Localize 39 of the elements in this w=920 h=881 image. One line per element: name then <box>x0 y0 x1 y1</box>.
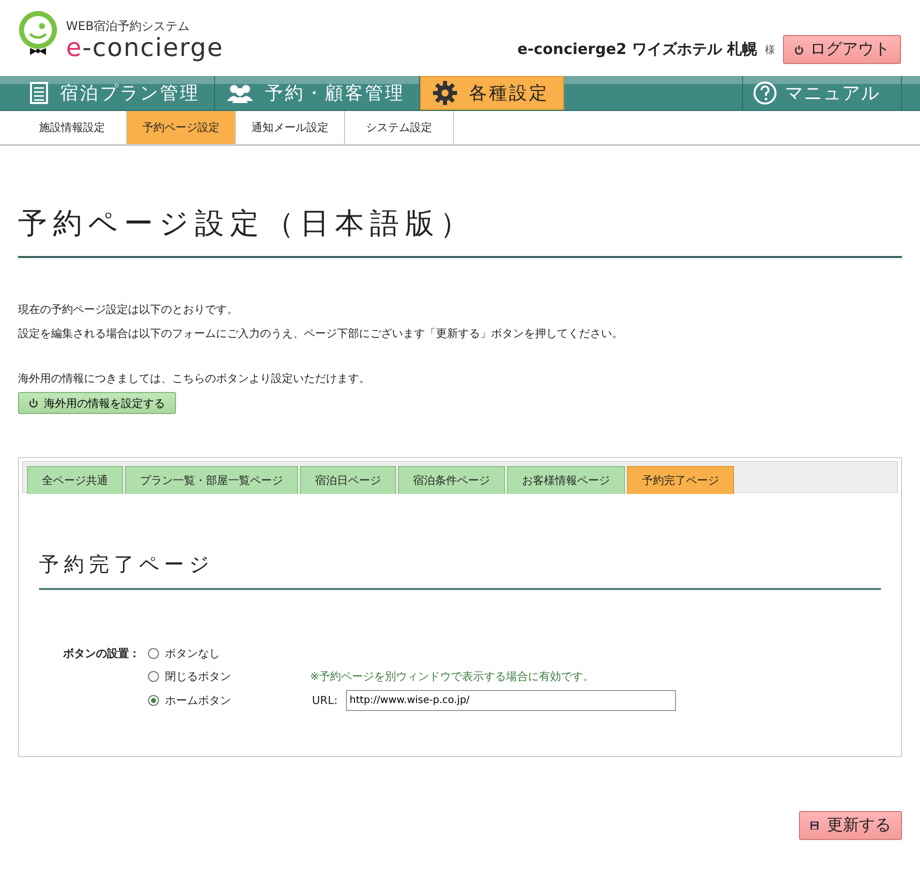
logo-text: e-concierge <box>66 35 224 61</box>
account-name: e-concierge2 ワイズホテル 札幌 <box>517 40 757 59</box>
manual-link[interactable]: マニュアル <box>742 76 902 110</box>
hint-text: ※予約ページを別ウィンドウで表示する場合に有効です。 <box>310 668 596 684</box>
url-label: URL: <box>312 694 338 707</box>
save-icon <box>810 821 819 830</box>
page-title: 予約ページ設定（日本語版） <box>18 204 902 258</box>
page-tab[interactable]: プラン一覧・部屋一覧ページ <box>125 466 298 494</box>
page-tab[interactable]: 予約完了ページ <box>627 466 734 494</box>
honorific: 様 <box>765 44 775 56</box>
field-label: ボタンの設置： <box>62 646 141 660</box>
nav-tab[interactable]: 予約・顧客管理 <box>215 76 420 110</box>
radio-button[interactable] <box>148 670 159 682</box>
page-tab[interactable]: 全ページ共通 <box>27 466 123 494</box>
radio-option[interactable]: ホームボタン <box>148 692 310 710</box>
intro-text: 設定を編集される場合は以下のフォームにご入力のうえ、ページ下部にございます「更新する」ボタンを押してください。 <box>18 326 624 341</box>
intro-text: 現在の予約ページ設定は以下のとおりです。 <box>18 302 239 317</box>
page-tab[interactable]: 宿泊条件ページ <box>398 466 505 494</box>
page-tab[interactable]: 宿泊日ページ <box>300 466 396 494</box>
radio-button[interactable] <box>148 648 159 658</box>
radio-option[interactable]: 閉じるボタン <box>148 667 310 685</box>
radio-option[interactable]: ボタンなし <box>148 644 310 662</box>
overseas-settings-button[interactable]: 海外用の情報を設定する <box>18 392 176 414</box>
update-button[interactable]: 更新する <box>799 811 902 840</box>
page-tab[interactable]: お客様情報ページ <box>507 466 625 494</box>
radio-button[interactable] <box>148 695 159 706</box>
ledger-icon <box>30 82 48 104</box>
system-name: WEB宿泊予約システム <box>66 18 191 35</box>
power-icon <box>794 44 804 54</box>
logo-icon <box>18 10 60 56</box>
logout-button[interactable]: ログアウト <box>783 35 901 64</box>
nav-tab[interactable]: 各種設定 <box>420 76 564 110</box>
people-icon <box>227 83 253 103</box>
section-title: 予約完了ページ <box>39 551 881 590</box>
url-field[interactable]: http://www.wise-p.co.jp/ <box>346 690 676 711</box>
nav-tab[interactable]: 宿泊プラン管理 <box>18 76 215 110</box>
help-icon <box>753 81 777 105</box>
overseas-note: 海外用の情報につきましては、こちらのボタンより設定いただけます。 <box>18 371 371 386</box>
subnav-tab[interactable]: 予約ページ設定 <box>127 111 236 144</box>
